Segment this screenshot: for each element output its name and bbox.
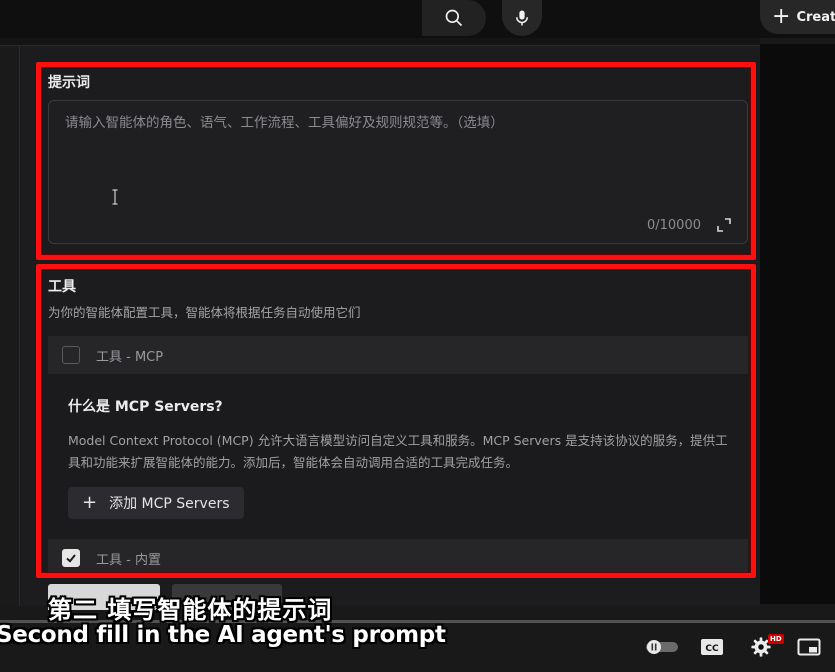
autoplay-toggle[interactable] (645, 632, 679, 662)
screen: + Create 提示词 请输入智能体的角色、语气、工作流程、工具偏好及规则规范… (0, 0, 835, 672)
search-icon (445, 9, 463, 27)
tools-highlight-box (36, 264, 756, 578)
miniplayer-icon (797, 638, 821, 656)
left-sidebar-edge (0, 46, 20, 606)
search-button[interactable] (422, 0, 486, 36)
miniplayer-button[interactable] (794, 632, 824, 662)
mic-icon (516, 10, 528, 26)
subtitle-english: Second fill in the AI agent's prompt (0, 622, 446, 648)
toggle-icon (646, 640, 678, 654)
prompt-highlight-box (36, 62, 756, 260)
captions-button[interactable]: CC (698, 632, 726, 662)
captions-icon: CC (701, 639, 723, 655)
app-header-strip (0, 38, 760, 46)
top-bar: + Create (0, 0, 835, 38)
plus-icon: + (772, 4, 791, 29)
create-label: Create (796, 9, 835, 25)
subtitle-chinese: 第二 填写智能体的提示词 (48, 596, 333, 624)
voice-search-button[interactable] (502, 0, 542, 36)
create-button[interactable]: + Create (760, 0, 835, 34)
hd-badge: HD (768, 634, 784, 644)
cc-text: CC (705, 644, 719, 654)
video-letterbox (760, 44, 835, 604)
